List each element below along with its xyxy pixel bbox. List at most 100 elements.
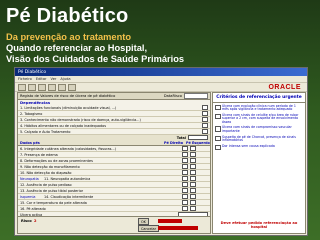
left-foot-checkbox[interactable] <box>190 169 196 176</box>
subtitle-line-3: Visão dos Cuidados de Saúde Primários <box>6 54 185 64</box>
window-titlebar: Pé Diabético <box>15 68 307 76</box>
row-label: 12. Ausência de pulso pedioso <box>20 182 72 187</box>
left-foot-checkbox[interactable] <box>190 151 196 158</box>
criteria-text: Dor intensa sem causa explicada <box>222 143 275 148</box>
criteria-item: Úlcera com evolução clínica num período … <box>215 103 303 113</box>
toolbar: ORACLE <box>15 83 307 92</box>
row-checkbox[interactable] <box>202 128 208 135</box>
menu-item-edit[interactable]: Editar <box>36 77 47 81</box>
criteria-text: Suspeita de pé de Charcot, presença de s… <box>222 134 296 143</box>
row-checkbox[interactable] <box>202 104 208 111</box>
row-label: 5. Calçado e Auto Tratamento <box>20 129 71 134</box>
row-label: 6. Integridade cutânea alterada (calosid… <box>20 146 116 151</box>
criteria-item: Úlcera com sinais de compromisso vascula… <box>215 126 303 134</box>
right-foot-checkbox[interactable] <box>182 157 188 164</box>
total-label: Total <box>176 135 186 140</box>
app-window-screenshot: Pé Diabético Ficheiro Editar Ver Ajuda O… <box>14 67 308 236</box>
risk-indicator-bar <box>158 219 182 223</box>
group-label-ischemia: Isquemia <box>20 194 36 199</box>
criteria-text: Úlcera com evolução clínica num período … <box>222 103 296 112</box>
right-foot-checkbox[interactable] <box>182 181 188 188</box>
menu-item-help[interactable]: Ajuda <box>60 77 70 81</box>
criteria-checkbox[interactable] <box>215 144 221 151</box>
total-field <box>188 134 208 141</box>
right-foot-checkbox[interactable] <box>182 205 188 212</box>
right-foot-checkbox[interactable] <box>182 169 188 176</box>
row-label: 7. Presença de edema <box>20 152 58 157</box>
risk-form: Registo de Valores de risco de úlcera de… <box>17 92 211 234</box>
right-foot-checkbox[interactable] <box>182 187 188 194</box>
risk-value: 2 <box>34 219 37 223</box>
date-label: DataRisco <box>163 94 182 98</box>
row-label: 10. Não detecção do diapasão <box>20 170 72 175</box>
row-label: 13. Ausência de pulso tibial posterior <box>20 188 84 193</box>
subtitle-line-2: Quando referenciar ao Hospital, <box>6 43 148 53</box>
left-foot-checkbox[interactable] <box>190 199 196 206</box>
toolbar-button[interactable] <box>68 83 76 91</box>
criteria-text: Úlcera com sinais de celulite e/ou área … <box>222 112 299 125</box>
right-foot-checkbox[interactable] <box>182 175 188 182</box>
toolbar-button[interactable] <box>18 83 26 91</box>
panel-title: Critérios de referenciação urgente <box>213 93 305 103</box>
referral-alert: Deve efetuar pedido referenciação ao hos… <box>220 221 298 229</box>
left-foot-checkbox[interactable] <box>190 187 196 194</box>
toolbar-button[interactable] <box>28 83 36 91</box>
menu-item-view[interactable]: Ver <box>51 77 57 81</box>
criteria-checkbox[interactable] <box>215 135 221 142</box>
row-label: 8. Deformações ou de zonas proeminentes <box>20 158 93 163</box>
criteria-checkbox[interactable] <box>215 104 221 110</box>
criteria-checkbox[interactable] <box>215 126 221 132</box>
group-label-neuropathy: Neuropatia <box>20 176 39 181</box>
row-label: 14. Claudicação intermitente <box>44 194 94 199</box>
form-header: Registo de Valores de risco de úlcera de… <box>18 93 210 100</box>
right-foot-checkbox[interactable] <box>182 151 188 158</box>
criteria-text: Úlcera com sinais de compromisso vascula… <box>222 125 292 134</box>
row-label: 16. Pé alterado <box>20 206 46 211</box>
toolbar-button[interactable] <box>58 83 66 91</box>
left-foot-header: Pé Esquerdo <box>186 140 210 145</box>
criteria-item: Dor intensa sem causa explicada <box>215 143 303 151</box>
left-foot-checkbox[interactable] <box>190 145 196 152</box>
right-foot-checkbox[interactable] <box>182 145 188 152</box>
feet-section-label: Dados pés <box>20 140 40 145</box>
cancel-button[interactable]: Cancelar <box>138 225 159 232</box>
left-foot-checkbox[interactable] <box>190 181 196 188</box>
oracle-logo: ORACLE <box>268 83 301 91</box>
form-footer: Risco 2 OK Cancelar <box>18 216 210 233</box>
criteria-item: Suspeita de pé de Charcot, presença de s… <box>215 134 303 144</box>
criteria-item: Úlcera com sinais de celulite e/ou área … <box>215 112 303 125</box>
row-checkbox[interactable] <box>202 122 208 129</box>
left-foot-checkbox[interactable] <box>190 175 196 182</box>
window-title: Pé Diabético <box>18 69 47 75</box>
urgent-criteria-panel: Critérios de referenciação urgente Úlcer… <box>212 92 306 234</box>
row-label: 15. Cor e temperatura da pele alterada <box>20 200 87 205</box>
left-foot-checkbox[interactable] <box>190 205 196 212</box>
right-foot-checkbox[interactable] <box>182 193 188 200</box>
date-field[interactable] <box>184 93 208 99</box>
row-label: 3. Conhecimento não demonstrado (risco d… <box>20 117 141 122</box>
row-label: 9. Não detecção do monofilamento <box>20 164 80 169</box>
row-label: 4. Hábitos alimentares ou de calçado ina… <box>20 123 106 128</box>
row-label: 1. Limitações funcionais (diminuição acu… <box>20 105 117 110</box>
menu-bar: Ficheiro Editar Ver Ajuda <box>15 76 307 83</box>
row-label: 11. Neuropatia autonómica <box>44 176 91 181</box>
risk-label: Risco <box>21 219 32 223</box>
right-foot-checkbox[interactable] <box>182 199 188 206</box>
subtitle-line-1: Da prevenção ao tratamento <box>6 32 132 42</box>
ok-button[interactable]: OK <box>138 218 149 225</box>
right-foot-header: Pé Direito <box>164 140 184 145</box>
right-foot-checkbox[interactable] <box>182 163 188 170</box>
form-header-label: Registo de Valores de risco de úlcera de… <box>20 94 116 98</box>
menu-item-file[interactable]: Ficheiro <box>18 77 32 81</box>
row-checkbox[interactable] <box>202 110 208 117</box>
toolbar-button[interactable] <box>48 83 56 91</box>
slide-title: Pé Diabético <box>6 5 129 27</box>
row-label: 2. Tabagismo <box>20 111 43 116</box>
criteria-checkbox[interactable] <box>215 113 221 120</box>
left-foot-checkbox[interactable] <box>190 163 196 170</box>
risk-indicator-bar <box>158 226 198 230</box>
toolbar-button[interactable] <box>38 83 46 91</box>
row-checkbox[interactable] <box>202 116 208 123</box>
left-foot-checkbox[interactable] <box>190 157 196 164</box>
left-foot-checkbox[interactable] <box>190 193 196 200</box>
